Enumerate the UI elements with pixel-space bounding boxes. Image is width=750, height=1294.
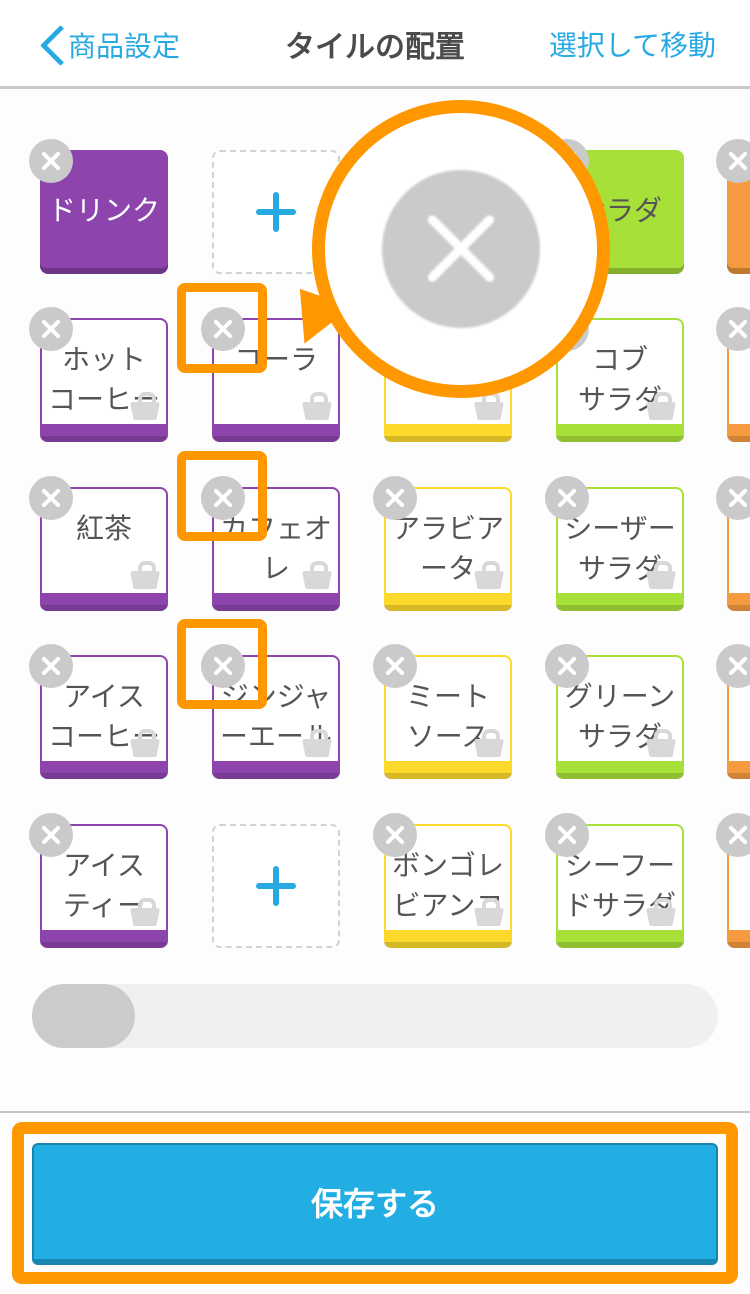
shopping-bag-icon bbox=[302, 561, 332, 587]
delete-tile-button[interactable] bbox=[29, 644, 73, 688]
magnifier-callout bbox=[312, 100, 610, 398]
delete-tile-button[interactable] bbox=[716, 307, 750, 351]
category-color-bar bbox=[212, 424, 340, 442]
add-tile-button[interactable] bbox=[212, 824, 340, 948]
category-color-bar bbox=[40, 930, 168, 948]
shopping-bag-icon bbox=[646, 392, 676, 418]
shopping-bag-icon bbox=[302, 392, 332, 418]
delete-tile-button[interactable] bbox=[201, 307, 245, 351]
delete-tile-button[interactable] bbox=[29, 307, 73, 351]
category-color-bar bbox=[384, 424, 512, 442]
scrollbar-thumb[interactable] bbox=[32, 984, 135, 1048]
delete-tile-button[interactable] bbox=[545, 644, 589, 688]
delete-tile-button[interactable] bbox=[29, 139, 73, 183]
category-color-bar bbox=[212, 593, 340, 611]
horizontal-scrollbar[interactable] bbox=[32, 984, 718, 1048]
shopping-bag-icon bbox=[646, 561, 676, 587]
delete-tile-button[interactable] bbox=[373, 476, 417, 520]
delete-tile-button[interactable] bbox=[373, 644, 417, 688]
category-color-bar bbox=[384, 593, 512, 611]
category-color-bar bbox=[556, 761, 684, 779]
category-color-bar bbox=[384, 761, 512, 779]
shopping-bag-icon bbox=[646, 729, 676, 755]
category-color-bar bbox=[384, 930, 512, 948]
delete-tile-button[interactable] bbox=[716, 813, 750, 857]
delete-tile-button[interactable] bbox=[545, 813, 589, 857]
category-color-bar bbox=[727, 761, 750, 779]
plus-icon bbox=[256, 866, 296, 906]
close-icon bbox=[382, 170, 540, 328]
page-title-text: タイルの配置 bbox=[285, 30, 465, 65]
delete-tile-button[interactable] bbox=[373, 813, 417, 857]
shopping-bag-icon bbox=[130, 898, 160, 924]
shopping-bag-icon bbox=[130, 392, 160, 418]
delete-tile-button[interactable] bbox=[201, 644, 245, 688]
delete-tile-button[interactable] bbox=[716, 476, 750, 520]
shopping-bag-icon bbox=[474, 898, 504, 924]
category-color-bar bbox=[556, 593, 684, 611]
shopping-bag-icon bbox=[646, 898, 676, 924]
category-color-bar bbox=[556, 930, 684, 948]
category-color-bar bbox=[40, 761, 168, 779]
category-color-bar bbox=[40, 424, 168, 442]
delete-tile-button[interactable] bbox=[716, 139, 750, 183]
delete-tile-button[interactable] bbox=[716, 644, 750, 688]
select-and-move-button[interactable]: 選択して移動 bbox=[549, 24, 716, 64]
category-color-bar bbox=[40, 593, 168, 611]
category-color-bar bbox=[727, 593, 750, 611]
category-color-bar bbox=[556, 424, 684, 442]
category-color-bar bbox=[212, 761, 340, 779]
nav-header: 商品設定 タイルの配置 選択して移動 bbox=[0, 0, 750, 89]
category-color-bar bbox=[727, 424, 750, 442]
plus-icon bbox=[256, 192, 296, 232]
shopping-bag-icon bbox=[130, 729, 160, 755]
shopping-bag-icon bbox=[474, 561, 504, 587]
delete-tile-button[interactable] bbox=[201, 476, 245, 520]
shopping-bag-icon bbox=[302, 729, 332, 755]
category-color-bar bbox=[727, 930, 750, 948]
delete-tile-button[interactable] bbox=[29, 476, 73, 520]
footer-divider bbox=[0, 1111, 750, 1113]
delete-tile-button[interactable] bbox=[29, 813, 73, 857]
save-button[interactable]: 保存する bbox=[32, 1143, 718, 1265]
shopping-bag-icon bbox=[474, 729, 504, 755]
shopping-bag-icon bbox=[130, 561, 160, 587]
delete-tile-button[interactable] bbox=[545, 476, 589, 520]
